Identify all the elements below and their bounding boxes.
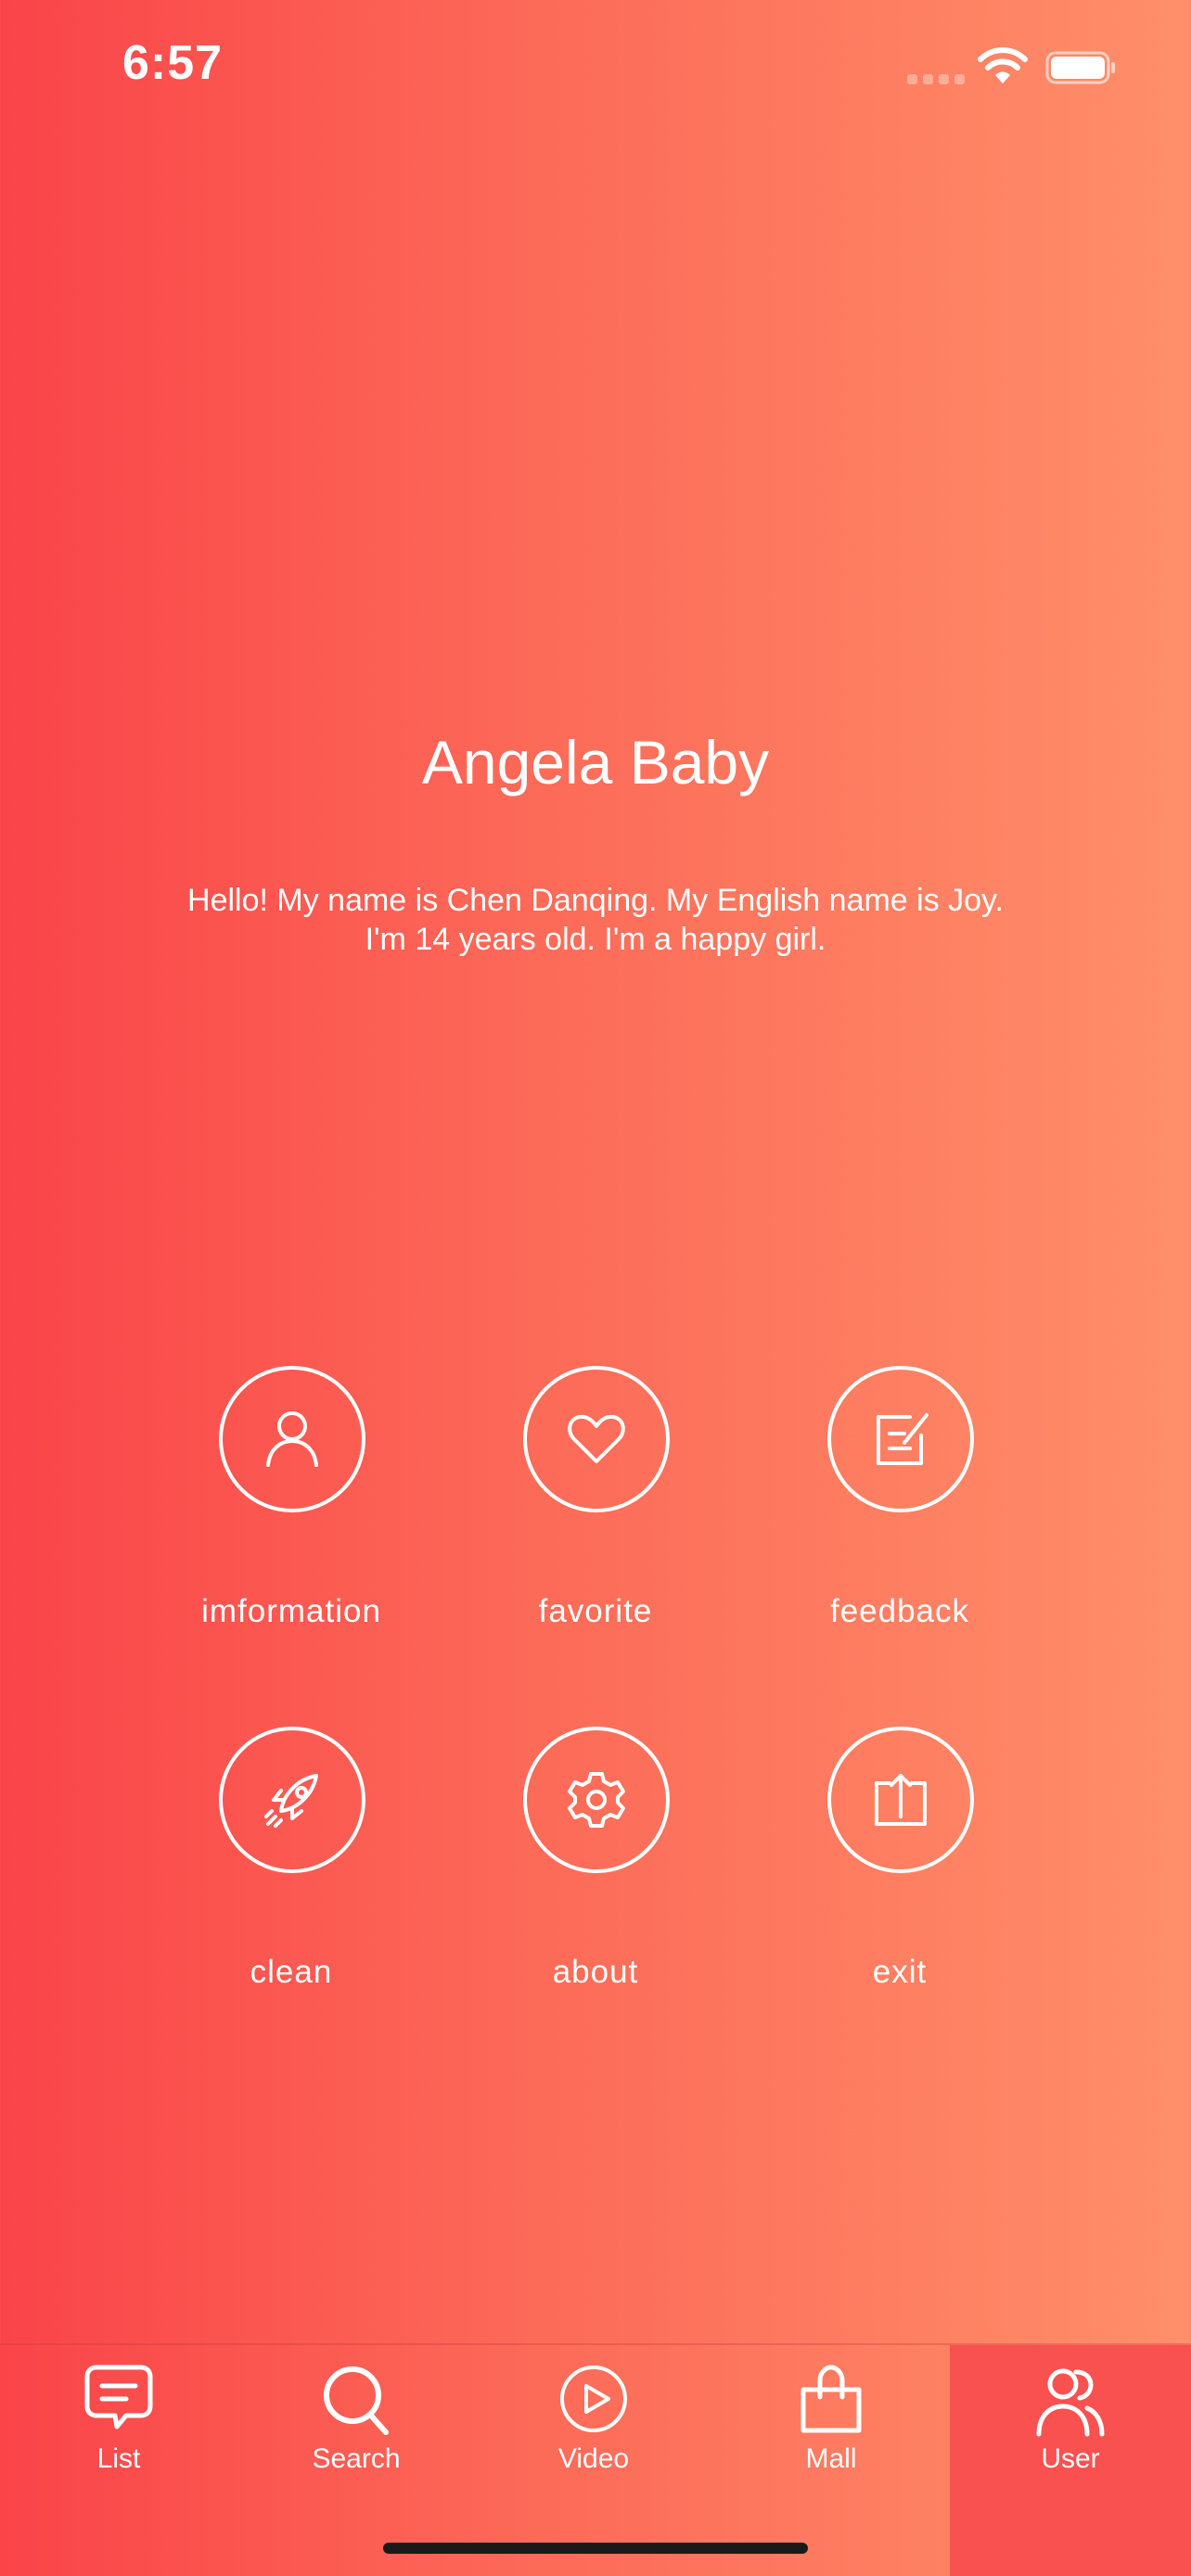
exit-label: exit bbox=[872, 1954, 928, 1990]
cellular-signal-icon bbox=[907, 74, 965, 85]
play-circle-icon bbox=[560, 2366, 627, 2432]
users-icon bbox=[1036, 2368, 1105, 2437]
edit-note-icon bbox=[877, 1413, 928, 1465]
tab-label: Video bbox=[557, 2443, 630, 2474]
status-bar: 6:57 bbox=[0, 0, 1191, 130]
tab-mall[interactable]: Mall bbox=[712, 2345, 950, 2576]
wifi-icon bbox=[978, 47, 1028, 83]
information-label: imformation bbox=[201, 1593, 381, 1629]
exit-button[interactable]: exit bbox=[761, 1727, 1039, 2033]
clean-button[interactable]: clean bbox=[152, 1727, 430, 2033]
tab-search[interactable]: Search bbox=[237, 2345, 475, 2576]
tab-label: List bbox=[96, 2443, 141, 2474]
profile-bio-line: I'm 14 years old. I'm a happy girl. bbox=[365, 922, 826, 957]
information-button[interactable]: imformation bbox=[152, 1366, 430, 1672]
profile-bio-line: Hello! My name is Chen Danqing. My Engli… bbox=[187, 883, 1004, 918]
tab-user[interactable]: User bbox=[950, 2345, 1191, 2576]
share-upload-icon bbox=[875, 1774, 927, 1826]
rocket-icon bbox=[264, 1774, 318, 1828]
tab-bar: List Search Video Mall User bbox=[0, 2343, 1191, 2576]
heart-icon bbox=[568, 1414, 625, 1463]
profile-name: Angela Baby bbox=[421, 728, 770, 797]
favorite-label: favorite bbox=[538, 1593, 653, 1629]
tab-list[interactable]: List bbox=[0, 2345, 237, 2576]
clean-label: clean bbox=[250, 1954, 333, 1990]
tab-label: Search bbox=[312, 2443, 401, 2474]
favorite-button[interactable]: favorite bbox=[456, 1366, 735, 1672]
about-label: about bbox=[552, 1954, 639, 1990]
profile-bio: Hello! My name is Chen Danqing. My Engli… bbox=[132, 881, 1059, 959]
feedback-button[interactable]: feedback bbox=[761, 1366, 1039, 1672]
tab-video[interactable]: Video bbox=[475, 2345, 712, 2576]
feedback-label: feedback bbox=[829, 1593, 970, 1629]
gear-icon bbox=[568, 1772, 625, 1828]
tab-label: Mall bbox=[805, 2443, 857, 2474]
about-button[interactable]: about bbox=[456, 1727, 735, 2033]
home-indicator bbox=[383, 2543, 808, 2554]
tab-label: User bbox=[1041, 2443, 1100, 2474]
person-icon bbox=[266, 1411, 318, 1467]
status-time: 6:57 bbox=[122, 36, 224, 90]
shopping-bag-icon bbox=[800, 2365, 862, 2433]
battery-icon bbox=[1045, 51, 1115, 84]
search-icon bbox=[324, 2366, 389, 2435]
chat-list-icon bbox=[84, 2365, 153, 2429]
